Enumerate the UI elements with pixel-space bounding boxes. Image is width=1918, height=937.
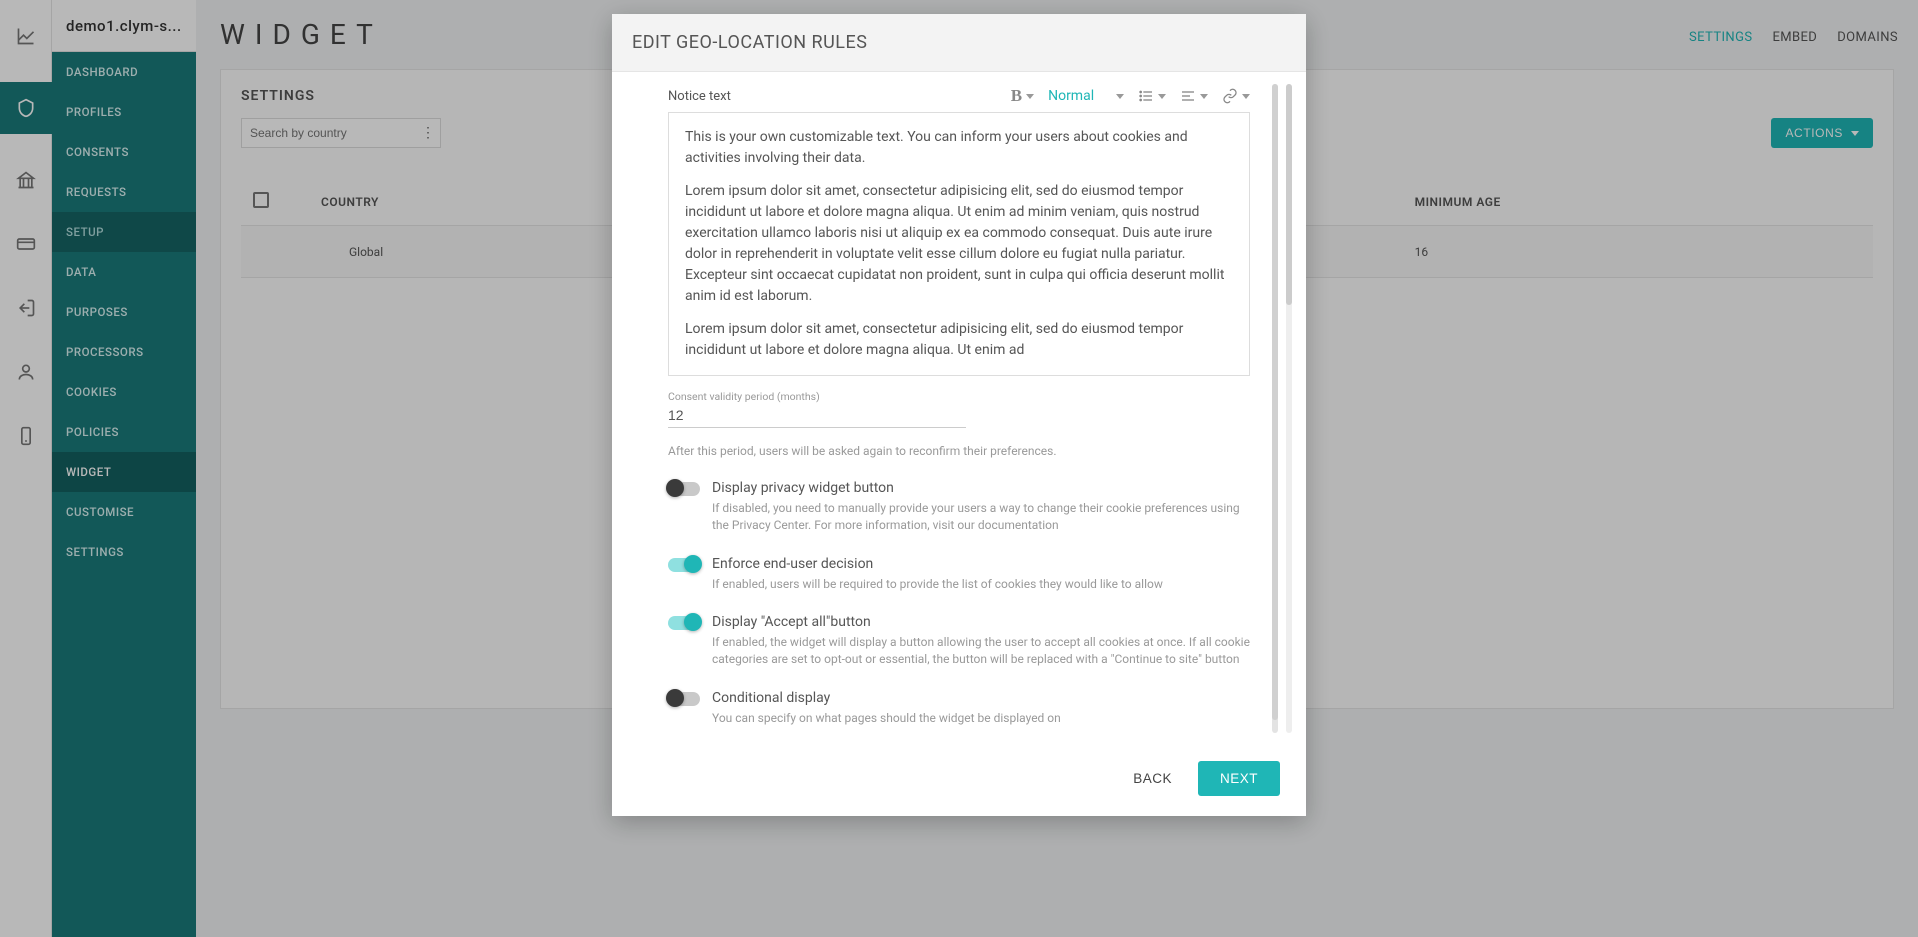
- toggle-title: Conditional display: [712, 690, 1250, 706]
- caret-down-icon: [1116, 94, 1124, 99]
- notice-paragraph: Lorem ipsum dolor sit amet, consectetur …: [685, 181, 1233, 307]
- caret-down-icon: [1242, 94, 1250, 99]
- next-button[interactable]: NEXT: [1198, 761, 1280, 796]
- toggle-enforce-decision[interactable]: [668, 558, 700, 572]
- validity-input[interactable]: [668, 403, 966, 428]
- toggle-desc: If enabled, users will be required to pr…: [712, 576, 1250, 593]
- toggle-display-privacy-widget[interactable]: [668, 482, 700, 496]
- toggle-desc: You can specify on what pages should the…: [712, 710, 1250, 727]
- validity-helper: After this period, users will be asked a…: [668, 444, 1250, 458]
- edit-geo-modal: EDIT GEO-LOCATION RULES Notice text B No…: [612, 14, 1306, 816]
- validity-label: Consent validity period (months): [668, 390, 1250, 403]
- notice-text-editor[interactable]: This is your own customizable text. You …: [668, 112, 1250, 376]
- notice-paragraph: Lorem ipsum dolor sit amet, consectetur …: [685, 319, 1233, 361]
- caret-down-icon: [1200, 94, 1208, 99]
- modal-footer: BACK NEXT: [612, 745, 1306, 816]
- link-icon: [1222, 88, 1238, 104]
- modal-overlay: EDIT GEO-LOCATION RULES Notice text B No…: [0, 0, 1918, 937]
- caret-down-icon: [1026, 94, 1034, 99]
- rte-link-button[interactable]: [1222, 88, 1250, 104]
- rte-bold-button[interactable]: B: [1011, 86, 1034, 106]
- modal-title: EDIT GEO-LOCATION RULES: [612, 14, 1306, 72]
- toggle-conditional-display[interactable]: [668, 692, 700, 706]
- toggle-title: Display "Accept all"button: [712, 614, 1250, 630]
- back-button[interactable]: BACK: [1127, 761, 1178, 796]
- toggle-desc: If disabled, you need to manually provid…: [712, 500, 1250, 534]
- modal-outer-scrollbar[interactable]: [1286, 84, 1292, 733]
- toggle-desc: If enabled, the widget will display a bu…: [712, 634, 1250, 668]
- caret-down-icon: [1158, 94, 1166, 99]
- notice-text-label: Notice text: [668, 89, 731, 104]
- rte-list-button[interactable]: [1138, 88, 1166, 104]
- rte-format-select[interactable]: Normal: [1048, 88, 1124, 104]
- rte-align-button[interactable]: [1180, 88, 1208, 104]
- rte-toolbar: B Normal: [1011, 86, 1250, 106]
- toggle-title: Enforce end-user decision: [712, 556, 1250, 572]
- notice-paragraph: This is your own customizable text. You …: [685, 127, 1233, 169]
- modal-inner-scrollbar[interactable]: [1272, 84, 1278, 733]
- align-icon: [1180, 88, 1196, 104]
- toggle-accept-all[interactable]: [668, 616, 700, 630]
- list-icon: [1138, 88, 1154, 104]
- toggle-title: Display privacy widget button: [712, 480, 1250, 496]
